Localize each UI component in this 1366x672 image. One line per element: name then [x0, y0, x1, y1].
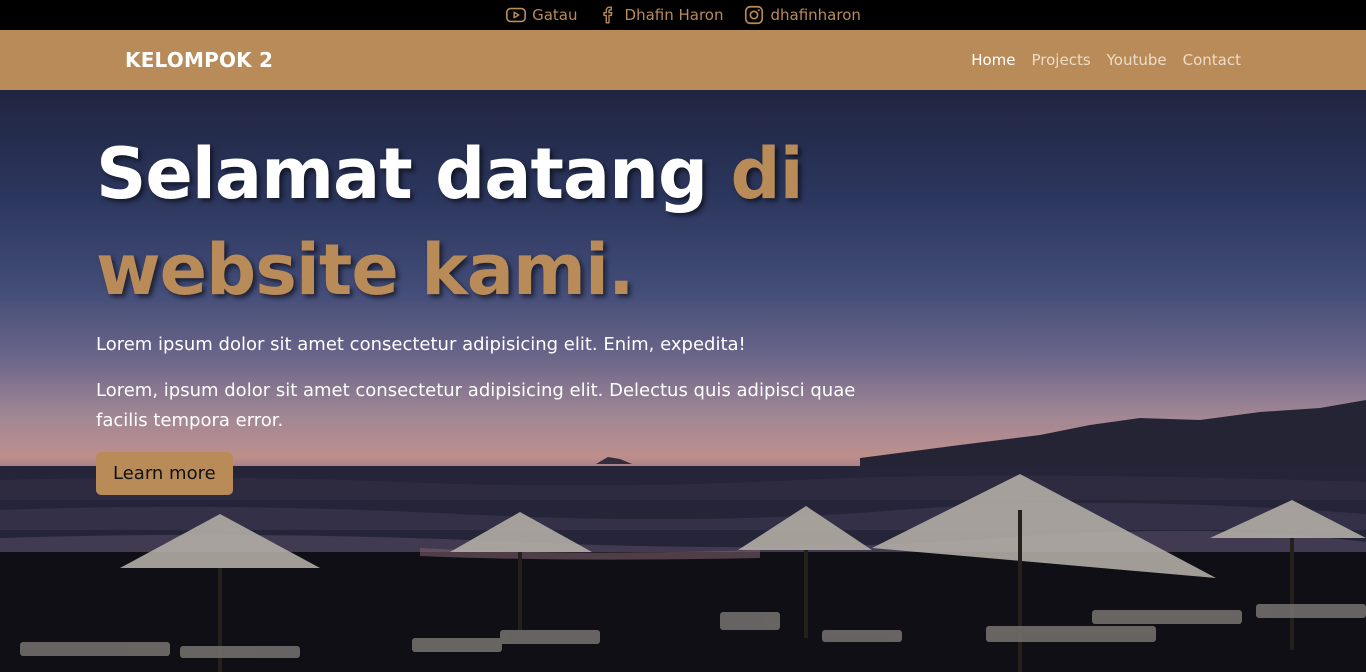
- nav-link-home[interactable]: Home: [971, 51, 1015, 69]
- hero-section: Selamat datang di website kami. Lorem ip…: [0, 90, 1366, 672]
- nav-link-youtube[interactable]: Youtube: [1107, 51, 1167, 69]
- social-link-instagram[interactable]: dhafinharon: [743, 4, 861, 26]
- hero-content: Selamat datang di website kami. Lorem ip…: [96, 126, 876, 495]
- hero-title: Selamat datang di website kami.: [96, 126, 876, 318]
- social-link-youtube[interactable]: Gatau: [505, 4, 578, 26]
- social-label-youtube: Gatau: [532, 6, 578, 24]
- hero-title-main: Selamat datang: [96, 133, 731, 215]
- social-label-facebook: Dhafin Haron: [624, 6, 724, 24]
- brand-logo[interactable]: KELOMPOK 2: [125, 48, 273, 72]
- hero-title-accent-2: website kami.: [96, 229, 635, 311]
- facebook-icon: [598, 4, 620, 26]
- nav-link-contact[interactable]: Contact: [1183, 51, 1241, 69]
- learn-more-button[interactable]: Learn more: [96, 452, 233, 495]
- youtube-icon: [505, 4, 527, 26]
- instagram-icon: [743, 4, 765, 26]
- social-label-instagram: dhafinharon: [770, 6, 861, 24]
- social-link-facebook[interactable]: Dhafin Haron: [598, 4, 724, 26]
- hero-paragraph-1: Lorem ipsum dolor sit amet consectetur a…: [96, 334, 746, 355]
- nav-link-projects[interactable]: Projects: [1032, 51, 1091, 69]
- hero-paragraph-2: Lorem, ipsum dolor sit amet consectetur …: [96, 380, 856, 431]
- social-topbar: Gatau Dhafin Haron dhafinharon: [0, 0, 1366, 30]
- hero-title-accent-1: di: [730, 133, 803, 215]
- nav-links: Home Projects Youtube Contact: [971, 51, 1241, 69]
- main-navbar: KELOMPOK 2 Home Projects Youtube Contact: [0, 30, 1366, 90]
